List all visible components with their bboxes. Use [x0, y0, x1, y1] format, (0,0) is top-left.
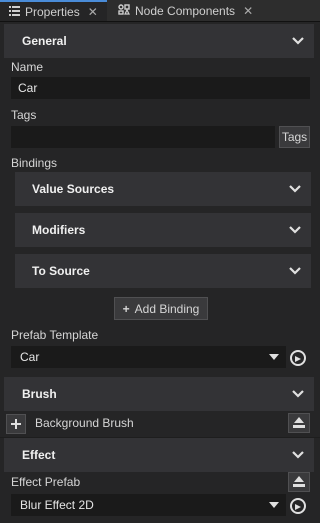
prefab-template-label: Prefab Template: [11, 328, 99, 342]
add-brush-button[interactable]: [6, 414, 26, 434]
section-brush-title: Brush: [22, 387, 57, 401]
tab-bar: Properties ✕ Node Components ✕: [0, 0, 320, 22]
effect-prefab-label: Effect Prefab: [11, 475, 81, 489]
section-general-title: General: [22, 34, 67, 48]
upload-icon: [293, 476, 305, 487]
chevron-down-icon: [289, 226, 301, 234]
section-effect-header[interactable]: Effect: [4, 438, 314, 472]
background-brush-label: Background Brush: [35, 416, 134, 430]
list-icon: [7, 5, 21, 19]
plus-icon: [11, 419, 21, 429]
section-general-header[interactable]: General: [4, 24, 314, 58]
chevron-down-icon: [292, 390, 304, 398]
tags-label: Tags: [11, 108, 37, 122]
section-effect-title: Effect: [22, 448, 56, 462]
close-icon[interactable]: ✕: [243, 4, 253, 18]
to-source-header[interactable]: To Source: [15, 254, 311, 288]
plus-icon: +: [122, 301, 130, 316]
prefab-template-value: Car: [20, 350, 40, 364]
effect-prefab-dropdown[interactable]: Blur Effect 2D: [11, 494, 286, 516]
components-icon: [117, 3, 131, 18]
tags-button[interactable]: Tags: [279, 126, 310, 148]
modifiers-label: Modifiers: [32, 223, 86, 237]
go-to-prefab-icon[interactable]: [290, 350, 306, 366]
add-binding-label: Add Binding: [134, 301, 200, 316]
prefab-template-dropdown[interactable]: Car: [11, 346, 286, 368]
chevron-down-icon: [289, 185, 301, 193]
to-source-label: To Source: [32, 264, 90, 278]
upload-effect-button[interactable]: [288, 472, 310, 492]
add-binding-button[interactable]: + Add Binding: [114, 297, 208, 320]
chevron-down-icon: [292, 451, 304, 459]
upload-icon: [293, 417, 305, 428]
tab-node-components-label: Node Components: [135, 3, 236, 18]
upload-brush-button[interactable]: [288, 413, 310, 433]
section-brush-header[interactable]: Brush: [4, 377, 314, 411]
value-sources-label: Value Sources: [32, 182, 115, 196]
close-icon[interactable]: ✕: [88, 5, 98, 19]
value-sources-header[interactable]: Value Sources: [15, 172, 311, 206]
go-to-effect-prefab-icon[interactable]: [290, 498, 306, 514]
name-label: Name: [11, 60, 44, 74]
name-field[interactable]: Car: [11, 77, 310, 99]
tags-field[interactable]: [11, 126, 275, 148]
tab-properties-label: Properties: [25, 4, 80, 19]
bindings-label: Bindings: [11, 156, 58, 170]
dropdown-arrow-icon: [269, 502, 279, 508]
tab-node-components[interactable]: Node Components ✕: [110, 0, 260, 21]
modifiers-header[interactable]: Modifiers: [15, 213, 311, 247]
tab-properties[interactable]: Properties ✕: [0, 0, 107, 21]
chevron-down-icon: [289, 267, 301, 275]
chevron-down-icon: [292, 37, 304, 45]
dropdown-arrow-icon: [269, 354, 279, 360]
effect-prefab-value: Blur Effect 2D: [20, 498, 94, 512]
